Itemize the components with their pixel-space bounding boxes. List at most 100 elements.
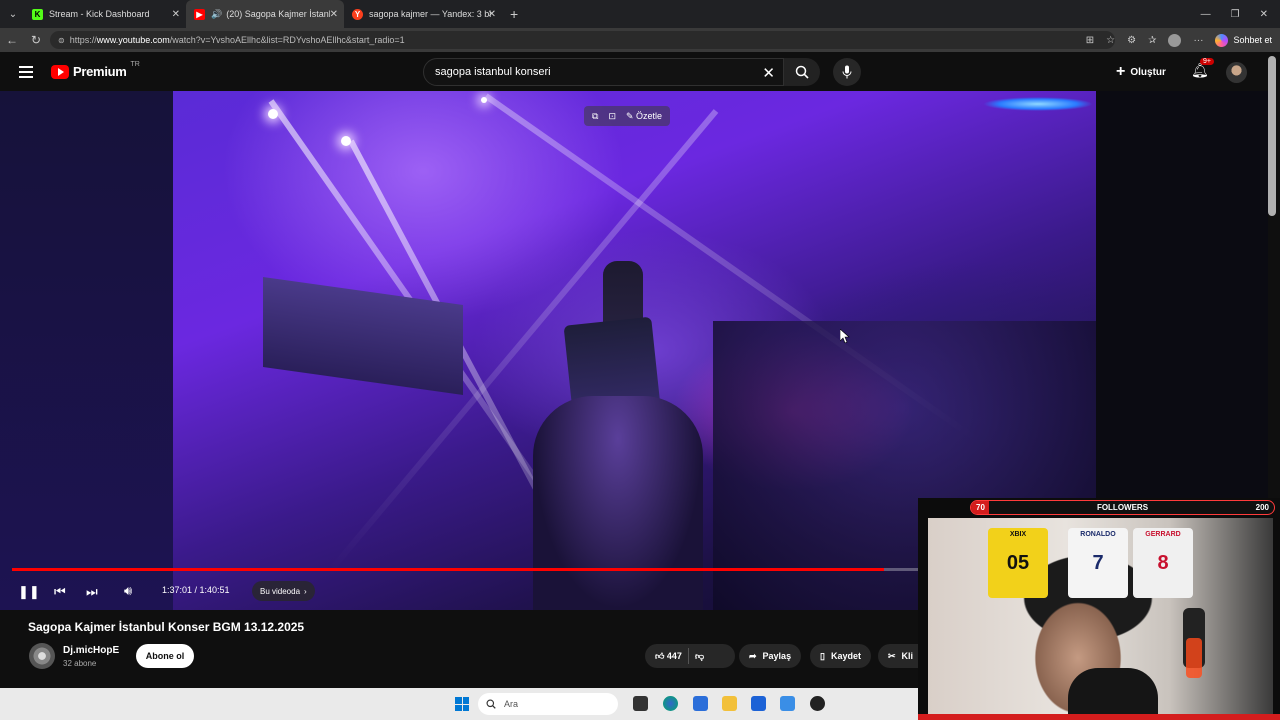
close-icon[interactable]: ✕ (172, 9, 180, 20)
yandex-favicon-icon: Y (352, 8, 363, 20)
copilot-app-icon[interactable] (693, 696, 708, 711)
clip-button[interactable]: ✂ Kli (878, 644, 918, 668)
jersey-name: RONALDO (1080, 531, 1116, 538)
search-query: sagopa istanbul konseri (435, 66, 551, 78)
jersey-name: GERRARD (1145, 531, 1181, 538)
app-available-icon[interactable]: ⊞ (1086, 35, 1094, 46)
followers-label: FOLLOWERS (1096, 503, 1149, 512)
pause-icon[interactable]: ❚❚ (18, 584, 40, 600)
audio-icon[interactable]: 🔊 (211, 9, 222, 20)
summarize-icon: ✎ (625, 110, 637, 121)
volume-icon[interactable]: 🔊︎ (124, 583, 132, 599)
subscribe-button[interactable]: Abone ol (136, 644, 194, 668)
video-letterbox-left (0, 91, 173, 610)
tab-list-button[interactable]: ⌄ (2, 3, 24, 25)
account-avatar[interactable] (1226, 62, 1247, 83)
chapter-button[interactable]: Bu videoda › (252, 581, 315, 601)
taskbar-search-placeholder: Ara (504, 699, 519, 709)
plus-icon: + (1116, 63, 1126, 80)
clip-label: Kli (901, 651, 914, 661)
favorites-icon[interactable]: ✰ (1148, 35, 1156, 46)
screenshot-icon[interactable]: ⊡ (608, 111, 616, 122)
search-button[interactable] (784, 58, 820, 86)
copilot-label: Sohbet et (1233, 35, 1272, 45)
favorite-star-icon[interactable]: ☆ (1106, 35, 1115, 46)
region-code: TR (130, 61, 140, 68)
picture-in-picture-icon[interactable]: ⧉ (592, 111, 598, 122)
create-button[interactable]: + Oluştur (1116, 63, 1166, 81)
save-button[interactable]: ▯ Kaydet (810, 644, 871, 668)
edge-icon[interactable] (663, 696, 678, 711)
kick-favicon-icon: K (32, 8, 43, 20)
browser-right-tools: ⊞ ☆ ⚙ ✰ ··· Sohbet et (1086, 28, 1272, 52)
close-icon[interactable]: ✕ (488, 9, 496, 20)
store-icon[interactable] (751, 696, 766, 711)
close-window-icon[interactable]: ✕ (1260, 9, 1268, 20)
app-icon[interactable] (810, 696, 825, 711)
jersey-number: 05 (1006, 551, 1030, 574)
summarize-button[interactable]: ✎ Özetle (626, 111, 662, 122)
jersey-red-white: 8 GERRARD (1133, 528, 1193, 598)
tab-youtube[interactable]: ▶ 🔊 (20) Sagopa Kajmer İstanbul K ✕ (186, 0, 344, 28)
browser-toolbar: ← ↻ ⊜ https://www.youtube.com/watch?v=Yv… (0, 28, 1280, 52)
tab-kick-dashboard[interactable]: K Stream - Kick Dashboard ✕ (24, 0, 186, 28)
taskbar-search[interactable]: Ara (478, 693, 618, 715)
logo-word: Premium (73, 64, 127, 79)
progress-bar[interactable] (12, 568, 918, 571)
page-scrollbar[interactable] (1268, 56, 1276, 216)
search-icon (795, 65, 809, 79)
channel-avatar[interactable] (29, 643, 55, 669)
windows-start-icon[interactable] (455, 697, 469, 711)
previous-icon[interactable]: ⏮︎ (54, 584, 66, 600)
reload-icon[interactable]: ↻ (24, 33, 48, 47)
restore-icon[interactable]: ❐ (1231, 9, 1240, 20)
address-bar[interactable]: ⊜ https://www.youtube.com/watch?v=YvshoA… (50, 31, 1115, 49)
chapter-label: Bu videoda (260, 586, 301, 596)
close-icon[interactable]: ✕ (330, 9, 338, 20)
youtube-logo[interactable]: Premium TR (51, 61, 140, 79)
voice-search-button[interactable] (833, 58, 861, 86)
tab-title: Stream - Kick Dashboard (49, 9, 150, 19)
channel-name[interactable]: Dj.micHopE (63, 645, 119, 656)
youtube-play-icon (51, 64, 69, 79)
file-explorer-icon[interactable] (722, 696, 737, 711)
video-title: Sagopa Kajmer İstanbul Konser BGM 13.12.… (28, 620, 305, 634)
next-icon[interactable]: ⏭︎ (86, 584, 98, 600)
minimize-icon[interactable]: — (1201, 9, 1211, 20)
followers-goal: 200 (1255, 503, 1269, 512)
bookmark-icon: ▯ (820, 650, 825, 661)
tab-title: (20) Sagopa Kajmer İstanbul K (226, 9, 330, 19)
like-button[interactable]: 👍︎ 447 (655, 651, 682, 662)
back-arrow-icon[interactable]: ← (0, 33, 24, 47)
clear-search-icon[interactable]: ✕ (762, 64, 775, 82)
site-info-icon[interactable]: ⊜ (58, 36, 65, 45)
summarize-label: Özetle (636, 110, 663, 121)
jersey-number: 7 (1092, 551, 1104, 574)
thumbs-down-icon[interactable]: 👎︎ (695, 651, 704, 662)
extension-icon[interactable]: ⚙ (1127, 35, 1136, 46)
outlook-icon[interactable] (780, 696, 795, 711)
new-tab-plus-icon[interactable]: + (510, 6, 518, 22)
url-host: www.youtube.com (96, 35, 170, 45)
hamburger-menu-icon[interactable] (19, 66, 33, 78)
webcam-feed: 05 XBIX 7 RONALDO 8 GERRARD (928, 518, 1273, 720)
jersey-number: 8 (1157, 551, 1169, 574)
streamer-shirt (1068, 668, 1158, 720)
notification-badge: 9+ (1200, 58, 1214, 65)
notifications-button[interactable]: 🔔︎ 9+ (1191, 58, 1214, 79)
url-path: /watch?v=YvshoAEllhc&list=RDYvshoAEllhc&… (169, 35, 405, 45)
search-input[interactable]: sagopa istanbul konseri ✕ (423, 58, 784, 86)
like-count: 447 (666, 650, 682, 661)
create-label: Oluştur (1130, 66, 1166, 78)
youtube-favicon-icon: ▶ (194, 8, 205, 20)
profile-icon[interactable] (1168, 33, 1182, 47)
chevron-right-icon: › (304, 586, 307, 596)
progress-fill (12, 568, 884, 571)
copilot-button[interactable]: Sohbet et (1215, 33, 1272, 47)
stage-light (481, 97, 487, 103)
microphone-icon (842, 65, 852, 79)
more-menu-icon[interactable]: ··· (1193, 35, 1203, 46)
share-button[interactable]: ➦ Paylaş (739, 644, 802, 668)
task-view-icon[interactable] (633, 696, 648, 711)
tab-yandex[interactable]: Y sagopa kajmer — Yandex: 3 bin so ✕ (344, 0, 502, 28)
